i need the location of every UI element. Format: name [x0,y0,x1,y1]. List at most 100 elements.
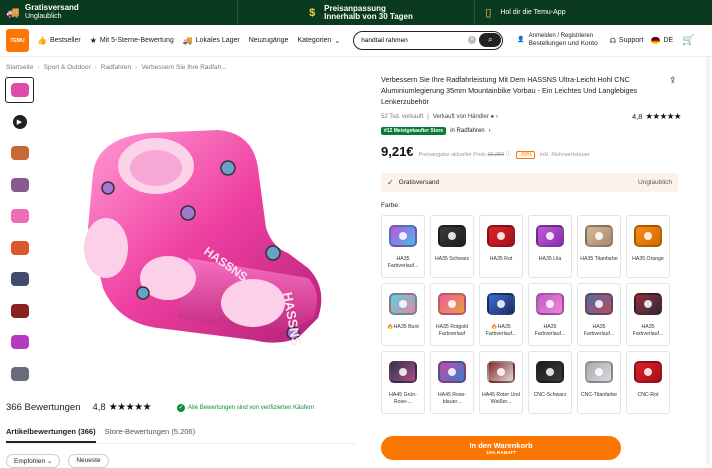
color-label: Farbe: [381,202,400,209]
color-option[interactable]: HA45 Roter Und Weißer... [479,351,523,414]
chevron-down-icon: ⌄ [46,458,53,465]
color-option[interactable]: CNC-Rot [626,351,670,414]
filter-newest[interactable]: Neueste [68,454,109,468]
chevron-right-icon: › [488,128,491,134]
color-option-label: 🔥HA35 Farbverlauf... [485,324,517,337]
color-option[interactable]: HA35 Rot [479,215,523,278]
color-options: HA35 Farbverlauf... HA35 Schwarz HA35 Rot H… [381,215,681,414]
thumbnail-image [10,240,29,255]
color-option-label: CNC-Titanfarbe [580,392,618,398]
page-scrollbar[interactable] [706,57,710,465]
color-option[interactable]: HA35 Rotgold Farbverlauf [430,283,474,346]
color-option[interactable]: HA35 Farbverlauf... [626,283,670,346]
color-option[interactable]: CNC-Schwarz [528,351,572,414]
add-to-cart-discount: 10% RABATT [485,450,517,456]
truck-icon: 🚚 [6,6,20,19]
thumbnail-item[interactable] [6,299,33,323]
support-link[interactable]: ☊ Support [610,37,644,45]
user-icon: 👤 [517,37,525,43]
thumbnail-image [10,83,29,97]
play-icon: ▶ [12,114,27,129]
search-button[interactable]: ⌕ [479,33,502,47]
breadcrumb-item[interactable]: Sport & Outdoor [44,64,91,71]
support-label: Support [618,37,644,44]
breadcrumb-item[interactable]: Radfahren [101,64,131,71]
temu-logo[interactable]: TEMU [6,29,29,52]
breadcrumb: Startseite › Sport & Outdoor › Radfahren › … [6,64,227,71]
color-option[interactable]: 🔥HA35 Farbverlauf... [479,283,523,346]
check-icon: ✓ [387,178,394,187]
clear-icon[interactable]: × [468,36,477,44]
thumbnail-item[interactable]: ▶ [6,110,33,134]
cart-icon[interactable]: 🛒 [682,35,694,46]
nav-bestseller[interactable]: 👍 Bestseller [37,36,81,45]
product-rating[interactable]: 4,8 ★★★★★ [632,111,682,122]
old-price: 15,25€ [487,152,505,158]
color-option[interactable]: CNC-Titanfarbe [577,351,621,414]
thumbnail-item[interactable] [6,236,33,260]
breadcrumb-separator: › [135,64,138,71]
nav-five-star[interactable]: ★ Mit 5-Sterne-Bewertung [90,36,174,45]
flag-germany-icon [651,37,661,44]
thumbnail-item[interactable] [6,204,33,228]
color-option[interactable]: HA35 Titanfarbe [577,215,621,278]
color-option-label: HA35 Lila [538,256,562,262]
thumbnail-item[interactable] [6,141,33,165]
color-swatch-image [629,219,667,253]
rating-stars-icon: ★★★★★ [108,402,152,413]
search-bar[interactable]: × ⌕ [353,31,504,50]
nav-local-warehouse[interactable]: 🚚 Lokales Lager [183,36,240,45]
nav-categories[interactable]: Kategorien ⌄ [297,37,340,45]
seller-link[interactable]: Verkauft von Händler ● › [433,114,498,120]
nav-new-arrivals-label: Neuzugänge [248,37,289,44]
color-swatch-image [531,219,569,253]
current-price: 9,21€ [381,144,414,159]
color-swatch-image [482,287,520,321]
info-icon[interactable]: ⓘ [506,152,512,158]
tab-divider [6,443,356,444]
thumbnail-item[interactable] [6,362,33,386]
color-option[interactable]: HA45 Grün-Rose-... [381,351,425,414]
color-option[interactable]: HA35 Farbverlauf... [381,215,425,278]
account-line2: Bestellungen und Konto [528,40,598,47]
thumbnail-item[interactable] [5,77,34,103]
filter-recommended-label: Empfohlen [14,458,46,465]
account-line1: Anmelden / Registrieren [528,33,594,39]
breadcrumb-item[interactable]: Startseite [6,64,33,71]
add-to-cart-button[interactable]: In den Warenkorb 10% RABATT [381,436,621,460]
thumbnail-item[interactable] [6,173,33,197]
color-option[interactable]: HA35 Lila [528,215,572,278]
review-count[interactable]: 366 Bewertungen [6,402,80,413]
language-selector[interactable]: DE [651,37,673,44]
seller-label: Verkauft von Händler [432,113,489,120]
color-option[interactable]: HA35 Farbverlauf... [528,283,572,346]
thumbnail-item[interactable] [6,267,33,291]
promo-free-shipping[interactable]: 🚚 Gratisversand Unglaublich [0,0,237,25]
color-option[interactable]: 🔥HA35 Bunt [381,283,425,346]
promo-app[interactable]: ▯ Hol dir die Temu-App [475,0,712,25]
color-option[interactable]: HA35 Farbverlauf... [577,283,621,346]
color-option-label: HA45 Roter Und Weißer... [481,392,521,405]
nav-new-arrivals[interactable]: Neuzugänge [249,37,289,44]
store-badge-row[interactable]: #12 Meistgekaufter Store in Radfahren › [381,127,681,135]
color-swatch-image [384,355,422,389]
color-swatch-image [433,219,471,253]
search-icon: ⌕ [487,35,493,44]
promo-price-adjust[interactable]: $ Preisanpassung Innerhalb von 30 Tagen [238,0,475,25]
filter-recommended[interactable]: Empfohlen ⌄ [6,454,61,468]
color-option[interactable]: HA45 Rose-blauer... [430,351,474,414]
tab-item-reviews[interactable]: Artikelbewertungen (366) [6,427,96,443]
shipping-info[interactable]: ✓ Gratisversand Unglaublich [381,173,678,192]
color-option-label: HA35 Farbverlauf... [583,324,615,337]
reviews-summary: 366 Bewertungen 4,8 ★★★★★ ✓ Alle Bewertu… [6,402,356,413]
search-input[interactable] [361,37,462,44]
account-menu[interactable]: 👤 Anmelden / Registrieren Bestellungen un… [517,33,598,48]
price-row: 9,21€ Preisangabe aktueller Preis 15,25€… [381,144,681,159]
product-main-image[interactable]: HASSNS HASSNS [38,78,348,390]
tab-store-reviews[interactable]: Store-Bewertungen (5.206) [105,427,195,443]
share-icon[interactable]: ⇪ [669,75,677,86]
color-option[interactable]: HA35 Schwarz [430,215,474,278]
thumbnail-item[interactable] [6,330,33,354]
color-option[interactable]: HA35 Orange [626,215,670,278]
color-swatch-image [433,287,471,321]
